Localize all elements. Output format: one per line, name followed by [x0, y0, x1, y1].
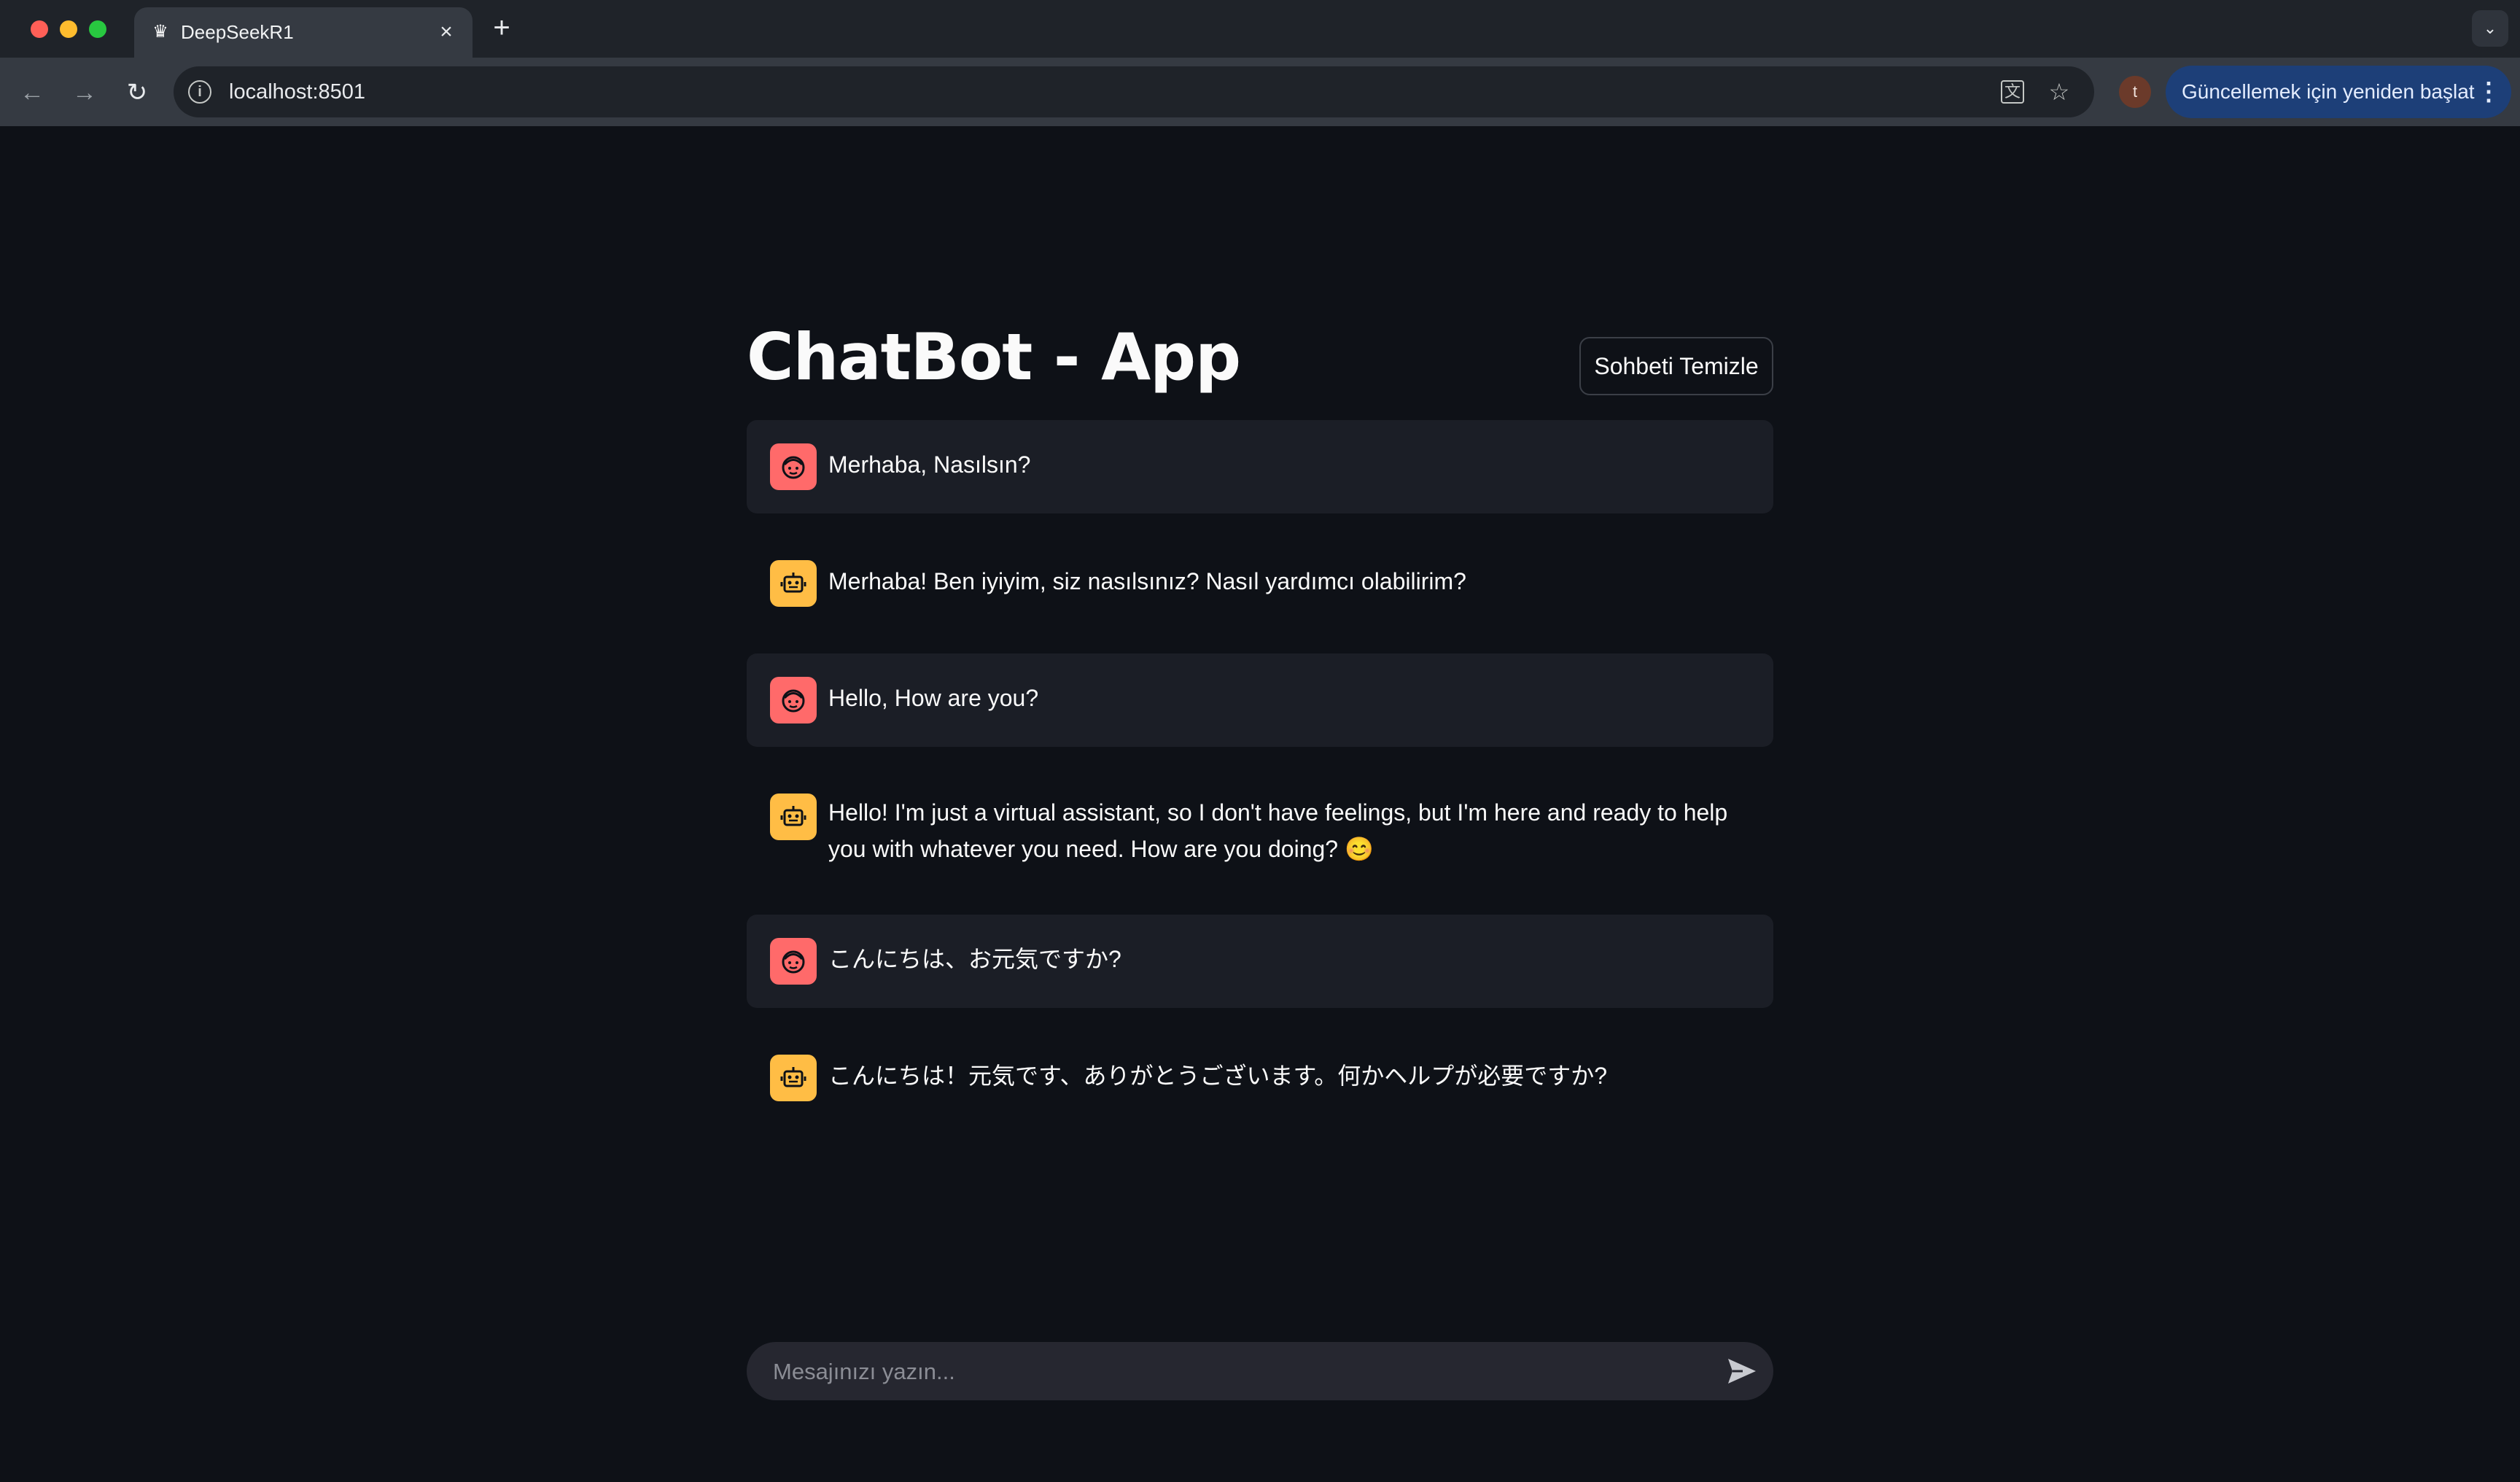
- message-text: Merhaba, Nasılsın?: [828, 451, 1031, 478]
- new-tab-button[interactable]: +: [487, 13, 516, 42]
- robot-avatar-icon: [770, 1055, 817, 1101]
- browser-tab-active[interactable]: ♛ DeepSeekR1 ×: [134, 7, 472, 58]
- minimize-window-button[interactable]: [60, 20, 77, 38]
- chat-message-assistant: Merhaba! Ben iyiyim, siz nasılsınız? Nas…: [747, 537, 1773, 630]
- chat-message-user: Hello, How are you?: [747, 653, 1773, 747]
- user-avatar-icon: [770, 677, 817, 723]
- star-icon[interactable]: ☆: [2046, 79, 2072, 105]
- tab-title: DeepSeekR1: [181, 21, 294, 43]
- robot-avatar-icon: [770, 560, 817, 607]
- translate-icon[interactable]: 文: [2001, 80, 2024, 104]
- maximize-window-button[interactable]: [89, 20, 106, 38]
- message-text: こんにちは、お元気ですか?: [828, 946, 1121, 972]
- send-icon[interactable]: [1725, 1355, 1759, 1387]
- close-window-button[interactable]: [31, 20, 48, 38]
- close-tab-icon[interactable]: ×: [433, 19, 459, 45]
- chat-message-assistant: こんにちは！元気です、ありがとうございます。何かヘルプが必要ですか?: [747, 1031, 1773, 1125]
- message-text: Hello! I'm just a virtual assistant, so …: [828, 799, 1728, 862]
- page-title: ChatBot - App: [747, 319, 1241, 395]
- update-restart-label: Güncellemek için yeniden başlat: [2182, 80, 2475, 103]
- url-text[interactable]: localhost:8501: [229, 79, 365, 104]
- profile-avatar[interactable]: t: [2119, 76, 2151, 108]
- tab-search-dropdown-icon[interactable]: ⌄: [2472, 10, 2508, 47]
- robot-avatar-icon: [770, 794, 817, 840]
- message-text: Merhaba! Ben iyiyim, siz nasılsınız? Nas…: [828, 568, 1466, 594]
- browser-tab-bar: ♛ DeepSeekR1 × + ⌄: [0, 0, 2520, 58]
- forward-arrow-icon[interactable]: →: [67, 75, 102, 110]
- clear-chat-button[interactable]: Sohbeti Temizle: [1579, 337, 1773, 395]
- message-text: こんにちは！元気です、ありがとうございます。何かヘルプが必要ですか?: [828, 1063, 1608, 1089]
- user-avatar-icon: [770, 938, 817, 985]
- reload-icon[interactable]: ↻: [120, 75, 155, 110]
- kebab-menu-icon[interactable]: ⋮: [2476, 66, 2501, 118]
- crown-icon: ♛: [152, 22, 168, 42]
- message-text: Hello, How are you?: [828, 685, 1039, 711]
- browser-toolbar: ← → ↻ i localhost:8501 文 ☆ t Güncellemek…: [0, 58, 2520, 126]
- message-input[interactable]: [771, 1342, 1679, 1402]
- update-restart-button[interactable]: Güncellemek için yeniden başlat ⋮: [2166, 66, 2511, 118]
- chat-message-user: Merhaba, Nasılsın?: [747, 420, 1773, 513]
- address-bar[interactable]: i localhost:8501 文 ☆: [174, 66, 2094, 117]
- chat-message-assistant: Hello! I'm just a virtual assistant, so …: [747, 770, 1773, 900]
- user-avatar-icon: [770, 443, 817, 490]
- chat-message-user: こんにちは、お元気ですか?: [747, 915, 1773, 1008]
- chat-input-container: [747, 1342, 1773, 1402]
- info-icon[interactable]: i: [188, 80, 211, 104]
- back-arrow-icon[interactable]: ←: [15, 75, 50, 110]
